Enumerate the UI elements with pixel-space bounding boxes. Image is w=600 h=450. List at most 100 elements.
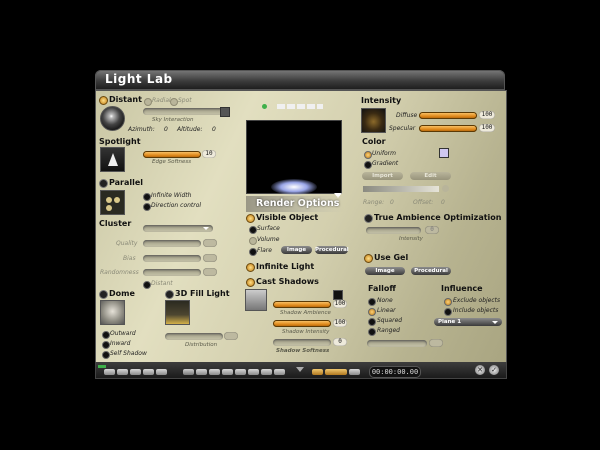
outward-radio[interactable] bbox=[102, 331, 110, 339]
exclude-objects-radio[interactable] bbox=[444, 298, 452, 306]
edit-button[interactable]: Edit bbox=[410, 172, 451, 180]
surface-radio[interactable] bbox=[249, 226, 257, 234]
step-back-button[interactable] bbox=[196, 369, 207, 375]
distribution-slider[interactable] bbox=[165, 333, 223, 340]
shadow-ambience-value[interactable]: 100 bbox=[333, 300, 347, 308]
falloff-none-radio[interactable] bbox=[368, 298, 376, 306]
cast-shadows-radio[interactable] bbox=[246, 278, 255, 287]
distant-light-thumbnail[interactable] bbox=[100, 106, 125, 131]
diffuse-slider[interactable] bbox=[419, 112, 477, 119]
gradient-knob[interactable] bbox=[442, 185, 449, 192]
close-icon[interactable]: ✕ bbox=[475, 365, 485, 375]
fill3d-radio[interactable] bbox=[165, 290, 174, 299]
gel-procedural-button[interactable]: Procedural bbox=[411, 267, 451, 275]
ambience-intensity-slider[interactable] bbox=[366, 227, 421, 234]
direction-control-radio[interactable] bbox=[143, 203, 151, 211]
inward-radio[interactable] bbox=[102, 341, 110, 349]
toolbar-button-5[interactable] bbox=[156, 369, 167, 375]
toolbar-button-3[interactable] bbox=[130, 369, 141, 375]
ambience-intensity-value[interactable]: 0 bbox=[425, 226, 439, 234]
infinite-width-radio[interactable] bbox=[143, 193, 151, 201]
back-button[interactable] bbox=[209, 369, 220, 375]
spot-radio[interactable] bbox=[170, 98, 178, 106]
distant-radio[interactable] bbox=[99, 96, 108, 105]
import-button[interactable]: Import bbox=[362, 172, 403, 180]
step-forward-button[interactable] bbox=[248, 369, 259, 375]
rewind-button[interactable] bbox=[183, 369, 194, 375]
volume-radio[interactable] bbox=[249, 237, 257, 245]
dome-thumbnail[interactable] bbox=[100, 300, 125, 325]
dome-radio[interactable] bbox=[99, 290, 108, 299]
gradient-bar[interactable] bbox=[363, 186, 439, 192]
toolbar-button-2[interactable] bbox=[117, 369, 128, 375]
distribution-value[interactable] bbox=[224, 332, 238, 340]
quality-value[interactable] bbox=[203, 239, 217, 247]
randomness-value[interactable] bbox=[203, 268, 217, 276]
falloff-squared-radio[interactable] bbox=[368, 318, 376, 326]
shadow-ambience-slider[interactable] bbox=[273, 301, 331, 308]
sky-color-swatch[interactable] bbox=[220, 107, 230, 117]
falloff-ranged-radio[interactable] bbox=[368, 328, 376, 336]
falloff-range-slider[interactable] bbox=[367, 340, 427, 347]
diffuse-value[interactable]: 100 bbox=[479, 111, 495, 119]
status-led-icon bbox=[262, 104, 267, 109]
gel-image-button[interactable]: Image bbox=[365, 267, 405, 275]
key-button[interactable] bbox=[312, 369, 323, 375]
shadow-color-swatch[interactable] bbox=[333, 290, 343, 300]
true-ambience-radio[interactable] bbox=[364, 214, 373, 223]
flare-radio[interactable] bbox=[249, 248, 257, 256]
toolbar-button-1[interactable] bbox=[104, 369, 115, 375]
sky-interaction-slider[interactable] bbox=[143, 108, 226, 115]
quality-slider[interactable] bbox=[143, 240, 201, 247]
fill3d-thumbnail[interactable] bbox=[165, 300, 190, 325]
preview-mode-buttons[interactable] bbox=[277, 104, 323, 109]
specular-value[interactable]: 100 bbox=[479, 124, 495, 132]
influence-object-select[interactable]: Plane 1 bbox=[434, 318, 502, 326]
flare-procedural-button[interactable]: Procedural bbox=[315, 246, 349, 254]
preview-viewport[interactable] bbox=[246, 120, 342, 195]
next-key-button[interactable] bbox=[349, 369, 360, 375]
use-gel-radio[interactable] bbox=[364, 254, 373, 263]
gradient-radio[interactable] bbox=[364, 161, 372, 169]
spotlight-thumbnail[interactable] bbox=[100, 147, 125, 172]
shadow-intensity-value[interactable]: 100 bbox=[333, 319, 347, 327]
self-shadow-radio[interactable] bbox=[102, 351, 110, 359]
intensity-thumbnail[interactable] bbox=[361, 108, 386, 133]
title-bar[interactable]: Light Lab bbox=[95, 70, 505, 90]
bias-value[interactable] bbox=[203, 254, 217, 262]
cluster-dropdown[interactable] bbox=[143, 225, 213, 232]
falloff-none-label: None bbox=[377, 297, 393, 304]
check-icon[interactable]: ✓ bbox=[489, 365, 499, 375]
include-objects-radio[interactable] bbox=[444, 308, 452, 316]
uniform-radio[interactable] bbox=[364, 151, 372, 159]
randomness-slider[interactable] bbox=[143, 269, 201, 276]
light-color-swatch[interactable] bbox=[439, 148, 449, 158]
shadow-preview-thumbnail[interactable] bbox=[245, 289, 267, 311]
infinite-light-label: Infinite Light bbox=[256, 262, 315, 271]
stop-button[interactable] bbox=[222, 369, 233, 375]
cluster-label: Cluster bbox=[99, 219, 132, 228]
radial-radio[interactable] bbox=[144, 98, 152, 106]
shadow-softness-slider[interactable] bbox=[273, 339, 331, 346]
cluster-distant-radio[interactable] bbox=[143, 281, 151, 289]
specular-slider[interactable] bbox=[419, 125, 477, 132]
chevron-down-icon[interactable] bbox=[296, 367, 304, 372]
shadow-softness-value[interactable]: 0 bbox=[333, 338, 347, 346]
time-display[interactable]: 00:00:00.00 bbox=[369, 366, 421, 378]
edge-softness-slider[interactable] bbox=[143, 151, 201, 158]
keyframe-button[interactable] bbox=[325, 369, 347, 375]
fast-forward-button[interactable] bbox=[261, 369, 272, 375]
falloff-range-value[interactable] bbox=[429, 339, 443, 347]
falloff-linear-radio[interactable] bbox=[368, 308, 376, 316]
end-button[interactable] bbox=[274, 369, 285, 375]
edge-softness-value[interactable]: 10 bbox=[202, 150, 216, 158]
parallel-thumbnail[interactable] bbox=[100, 190, 125, 215]
flare-image-button[interactable]: Image bbox=[281, 246, 312, 254]
infinite-light-radio[interactable] bbox=[246, 263, 255, 272]
shadow-intensity-slider[interactable] bbox=[273, 320, 331, 327]
play-button[interactable] bbox=[235, 369, 246, 375]
parallel-radio[interactable] bbox=[99, 179, 108, 188]
toolbar-button-4[interactable] bbox=[143, 369, 154, 375]
bias-slider[interactable] bbox=[143, 255, 201, 262]
visible-object-radio[interactable] bbox=[246, 214, 255, 223]
